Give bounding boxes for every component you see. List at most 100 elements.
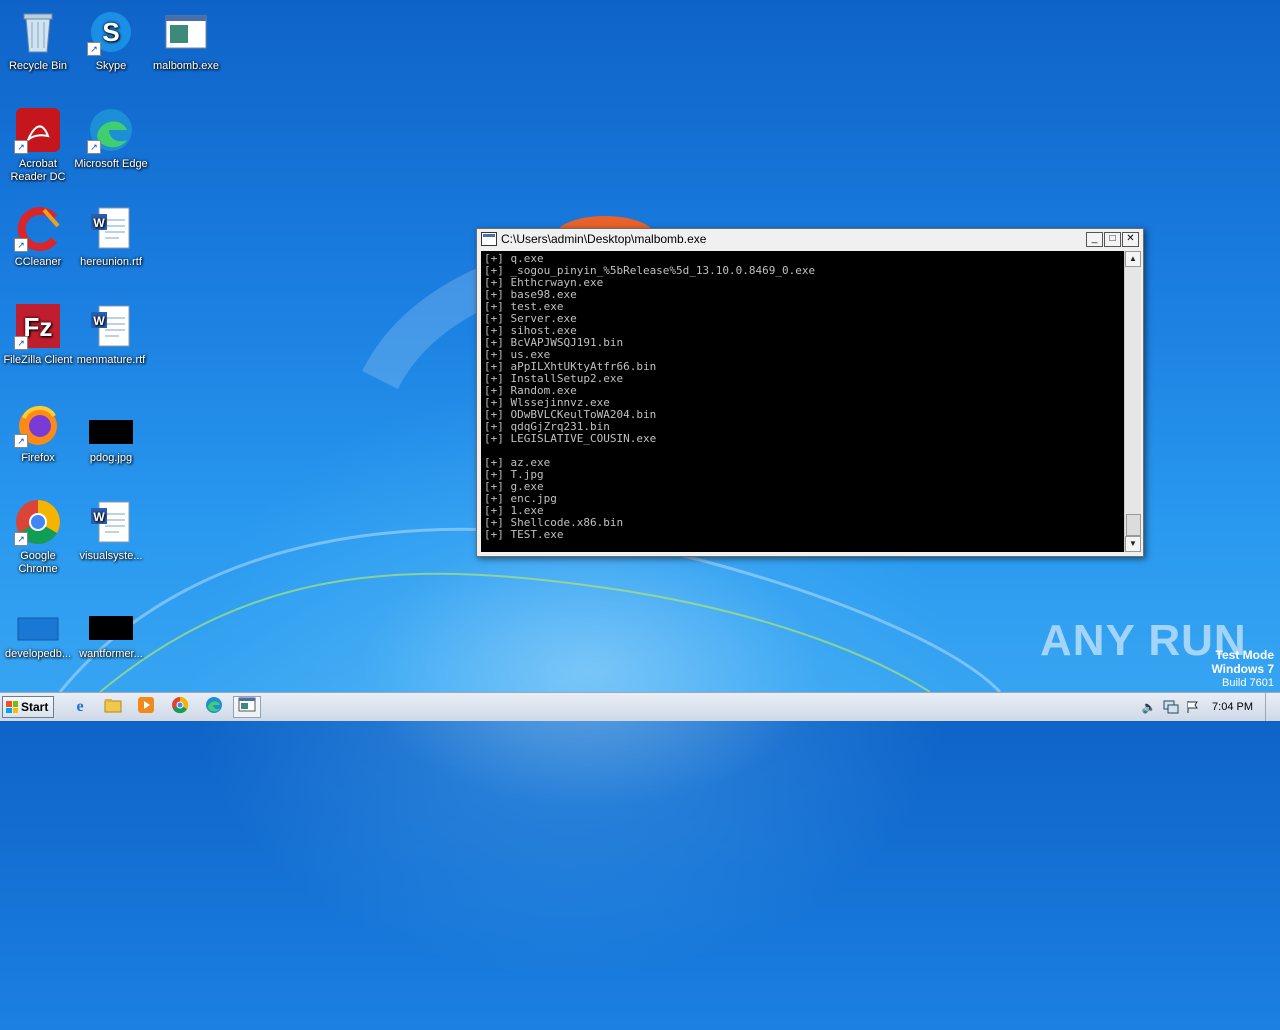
desktop-icon-menmature[interactable]: W menmature.rtf [73, 302, 149, 367]
maximize-button[interactable]: □ [1104, 232, 1121, 247]
desktop-icon-pdog[interactable]: pdog.jpg [73, 400, 149, 465]
filezilla-icon: Fz ↗ [14, 302, 62, 350]
close-button[interactable]: ✕ [1122, 232, 1139, 247]
console-window[interactable]: C:\Users\admin\Desktop\malbomb.exe _ □ ✕… [476, 228, 1144, 557]
image-thumb-icon [87, 400, 135, 448]
image-thumb-icon [87, 596, 135, 644]
network-icon[interactable] [1163, 699, 1179, 715]
desktop-icon-label: Recycle Bin [8, 60, 68, 72]
shortcut-arrow-icon: ↗ [87, 140, 101, 154]
desktop-icon-label: Firefox [21, 452, 55, 464]
svg-text:S: S [102, 17, 119, 47]
ccleaner-icon: ↗ [14, 204, 62, 252]
console-line: [+] base98.exe [484, 288, 577, 301]
console-line: [+] Ehthcrwayn.exe [484, 276, 604, 289]
taskbar-explorer[interactable] [99, 696, 127, 718]
volume-icon[interactable]: 🔈 [1141, 699, 1157, 715]
desktop-icon-chrome[interactable]: ↗ Google Chrome [0, 498, 76, 576]
console-line: [+] InstallSetup2.exe [484, 372, 624, 385]
console-line: [+] enc.jpg [484, 492, 557, 505]
taskbar-media-player[interactable] [132, 696, 160, 718]
shortcut-arrow-icon: ↗ [14, 532, 28, 546]
word-doc-icon: W [87, 302, 135, 350]
console-scrollbar[interactable]: ▲ ▼ [1124, 251, 1141, 552]
desktop-icon-filezilla[interactable]: Fz ↗ FileZilla Client [0, 302, 76, 367]
console-line: [+] Shellcode.x86.bin [484, 516, 624, 529]
svg-text:W: W [93, 314, 105, 328]
action-center-flag-icon[interactable] [1185, 699, 1201, 715]
console-line: [+] TEST.exe [484, 528, 564, 541]
desktop-icon-acrobat[interactable]: ↗ Acrobat Reader DC [0, 106, 76, 184]
shortcut-arrow-icon: ↗ [14, 140, 28, 154]
desktop-icon-label: wantformer... [79, 648, 143, 660]
explorer-icon [104, 696, 122, 719]
taskbar-chrome[interactable] [166, 696, 194, 718]
recycle-bin-icon [14, 8, 62, 56]
shortcut-arrow-icon: ↗ [14, 238, 28, 252]
desktop-icon-recycle-bin[interactable]: Recycle Bin [0, 8, 76, 73]
desktop-icon-label: CCleaner [14, 256, 62, 268]
desktop-icon-malbomb[interactable]: malbomb.exe [148, 8, 224, 73]
test-mode-notice: Test Mode Windows 7 Build 7601 [1211, 648, 1274, 690]
desktop-icon-label: menmature.rtf [76, 354, 146, 366]
desktop-icon-edge[interactable]: ↗ Microsoft Edge [73, 106, 149, 171]
test-mode-label: Test Mode [1215, 648, 1274, 662]
console-titlebar[interactable]: C:\Users\admin\Desktop\malbomb.exe _ □ ✕ [477, 229, 1143, 249]
shortcut-arrow-icon: ↗ [87, 42, 101, 56]
console-app-icon[interactable] [481, 232, 497, 246]
desktop-icon-label: Google Chrome [18, 550, 58, 575]
desktop-icon-label: malbomb.exe [152, 60, 220, 72]
desktop-icon-ccleaner[interactable]: ↗ CCleaner [0, 204, 76, 269]
desktop-icon-skype[interactable]: S ↗ Skype [73, 8, 149, 73]
desktop-icon-label: Skype [95, 60, 127, 72]
desktop-icon-firefox[interactable]: ↗ Firefox [0, 400, 76, 465]
word-doc-icon: W [87, 204, 135, 252]
svg-text:e: e [76, 698, 83, 714]
taskbar-edge[interactable] [200, 696, 228, 718]
svg-text:W: W [93, 510, 105, 524]
console-line: [+] az.exe [484, 456, 551, 469]
console-line: [+] BcVAPJWSQJ191.bin [484, 336, 624, 349]
taskbar-console-window[interactable] [233, 696, 261, 718]
desktop-icon-label: Acrobat Reader DC [10, 158, 66, 183]
scroll-up-arrow-icon[interactable]: ▲ [1125, 251, 1141, 267]
windows-logo-icon [6, 701, 18, 713]
console-line: [+] T.jpg [484, 468, 544, 481]
console-output-lines: [+] q.exe [+] _sogou_pinyin_%5bRelease%5d… [481, 251, 1124, 541]
desktop-icon-developedb[interactable]: developedb... [0, 596, 76, 661]
taskbar-clock[interactable]: 7:04 PM [1212, 701, 1253, 713]
desktop-icon-wantformer[interactable]: wantformer... [73, 596, 149, 661]
desktop-icon-label: hereunion.rtf [80, 256, 142, 268]
acrobat-icon: ↗ [14, 106, 62, 154]
chrome-icon: ↗ [14, 498, 62, 546]
taskbar: Start e 🔈 7:04 PM [0, 692, 1280, 721]
console-output[interactable]: [+] q.exe [+] _sogou_pinyin_%5bRelease%5d… [481, 251, 1124, 552]
chrome-icon [171, 696, 189, 719]
word-doc-icon: W [87, 498, 135, 546]
desktop-icon-visualsyste[interactable]: W visualsyste... [73, 498, 149, 563]
system-tray: 🔈 7:04 PM [1138, 693, 1280, 721]
show-desktop-button[interactable] [1265, 693, 1280, 721]
console-line: [+] g.exe [484, 480, 544, 493]
desktop-icon-label: developedb... [4, 648, 72, 660]
desktop-icon-label: visualsyste... [79, 550, 143, 562]
scroll-thumb[interactable] [1126, 514, 1141, 536]
desktop-icon-label: FileZilla Client [3, 354, 73, 366]
desktop-icon-hereunion[interactable]: W hereunion.rtf [73, 204, 149, 269]
console-line: [+] LEGISLATIVE_COUSIN.exe [484, 432, 657, 445]
build-label: Build 7601 [1222, 677, 1274, 689]
shortcut-arrow-icon: ↗ [14, 336, 28, 350]
edge-icon: ↗ [87, 106, 135, 154]
media-player-icon [137, 696, 155, 719]
start-label: Start [21, 700, 49, 714]
shortcut-arrow-icon: ↗ [14, 434, 28, 448]
start-button[interactable]: Start [2, 696, 54, 718]
taskbar-ie[interactable]: e [66, 696, 94, 718]
minimize-button[interactable]: _ [1086, 232, 1103, 247]
os-name-label: Windows 7 [1211, 662, 1274, 676]
svg-text:W: W [93, 216, 105, 230]
desktop-icon-label: pdog.jpg [89, 452, 133, 464]
console-title: C:\Users\admin\Desktop\malbomb.exe [501, 232, 707, 246]
scroll-down-arrow-icon[interactable]: ▼ [1125, 536, 1141, 552]
edge-icon [205, 696, 223, 719]
